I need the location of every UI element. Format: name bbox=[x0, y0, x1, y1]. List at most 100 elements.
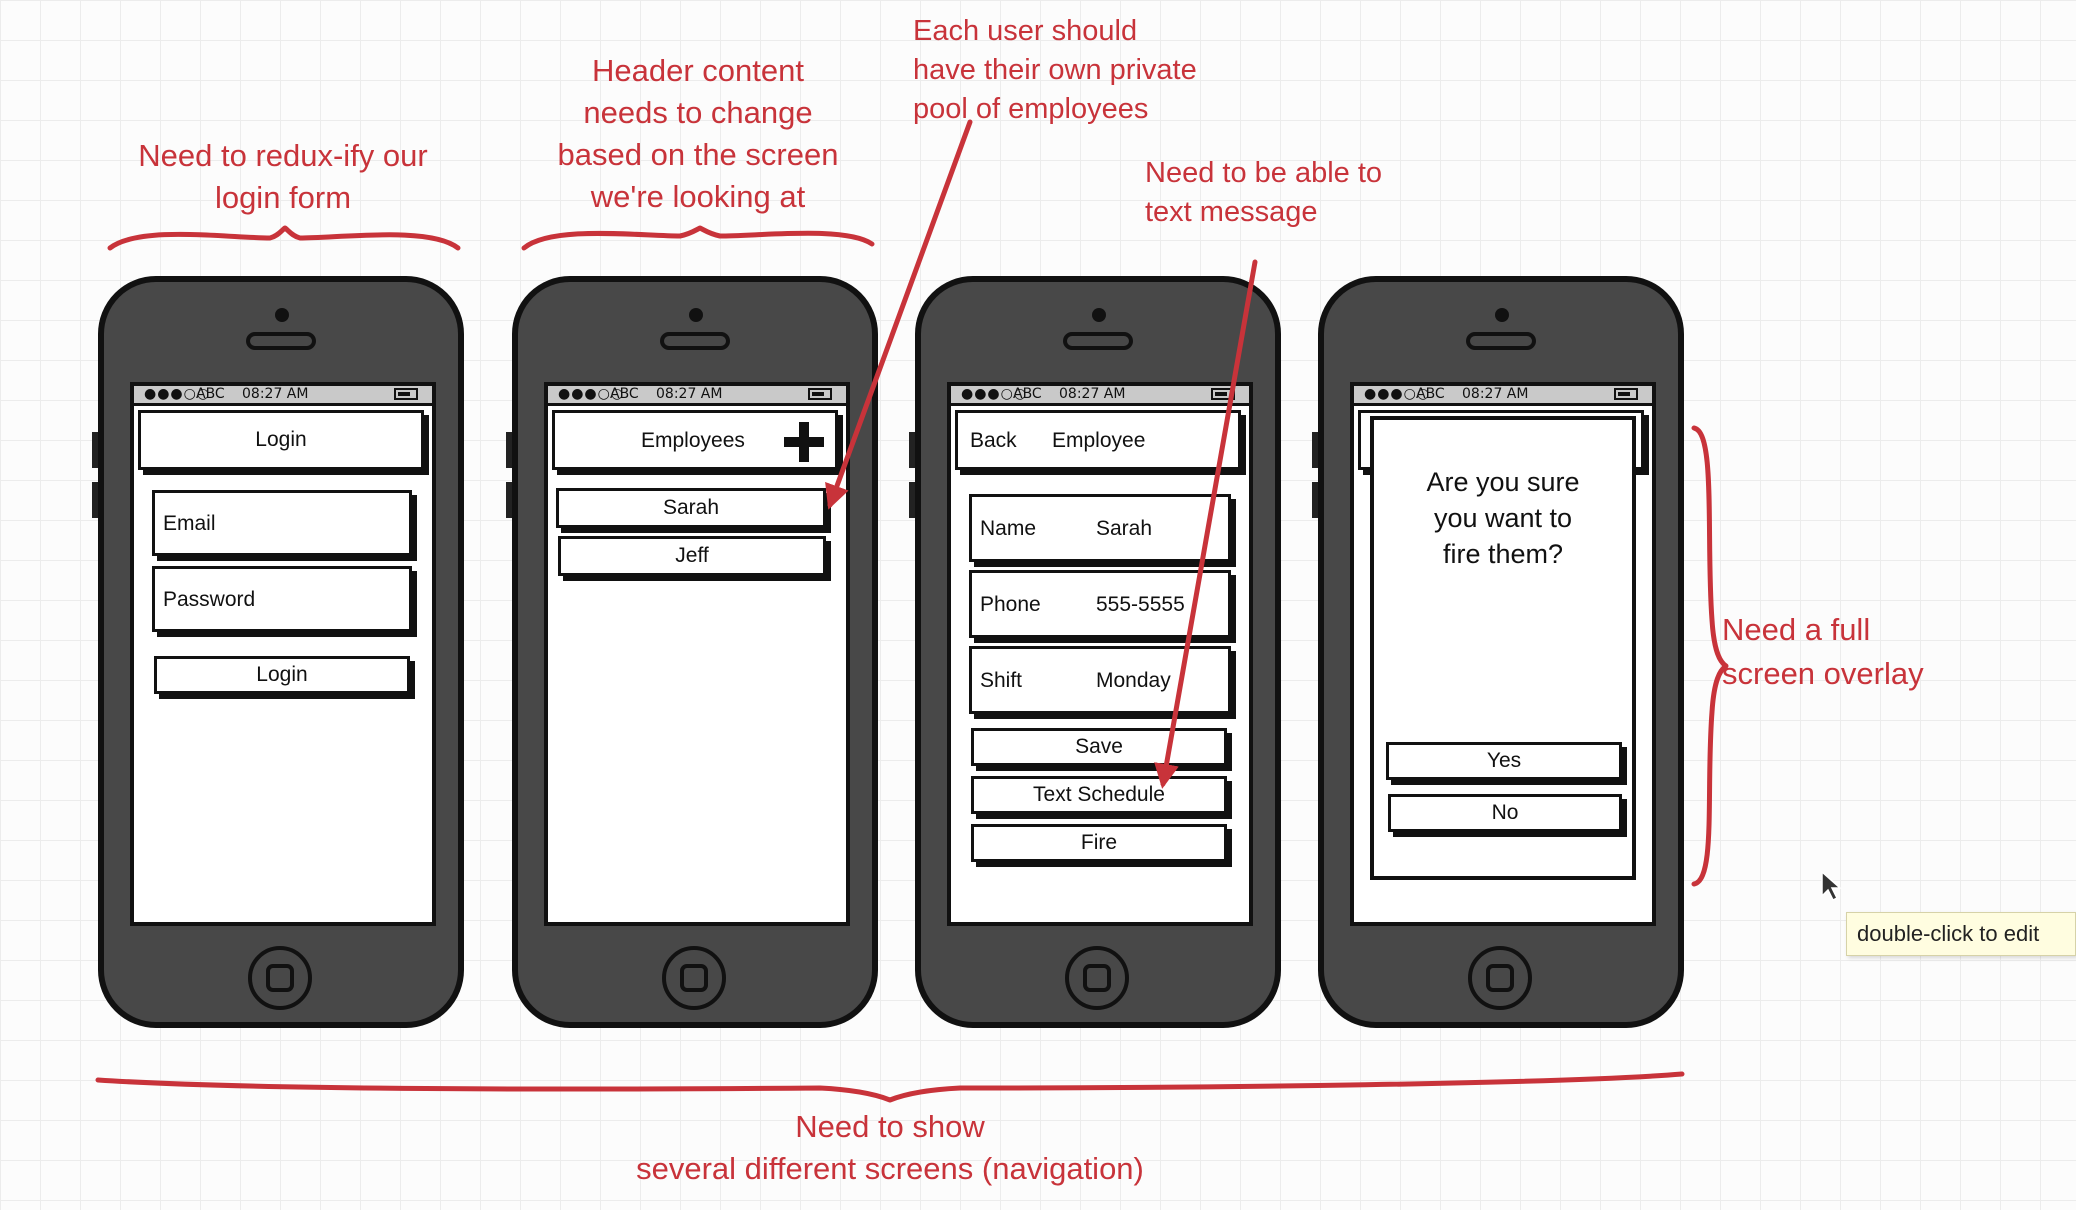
wireframe-canvas: Need to redux-ify our login form Header … bbox=[0, 0, 2076, 1210]
yes-button[interactable]: Yes bbox=[1386, 742, 1622, 780]
text-schedule-button[interactable]: Text Schedule bbox=[971, 776, 1227, 814]
home-button bbox=[662, 946, 726, 1010]
speaker-grille bbox=[1063, 332, 1133, 350]
side-button bbox=[506, 432, 512, 468]
annotation-text: screen overlay bbox=[1722, 656, 1924, 691]
annotation-header-content: Header content needs to change based on … bbox=[510, 50, 886, 218]
home-square bbox=[1486, 964, 1514, 992]
annotation-text: text message bbox=[1145, 196, 1318, 228]
status-bar: ●●●○○ ABC 08:27 AM bbox=[1354, 386, 1652, 406]
list-item[interactable]: Sarah bbox=[556, 488, 826, 528]
email-placeholder: Email bbox=[163, 512, 216, 535]
annotation-text: login form bbox=[214, 180, 352, 215]
header-bar: Back Employee bbox=[955, 410, 1241, 470]
list-item-label: Jeff bbox=[675, 544, 709, 567]
annotation-text: have their own private bbox=[913, 54, 1197, 86]
no-button-label: No bbox=[1491, 801, 1519, 824]
phone-confirm: ●●●○○ ABC 08:27 AM Are you sure you want… bbox=[1312, 276, 1684, 1028]
camera-dot bbox=[275, 308, 289, 322]
annotation-text: Need to redux-ify our bbox=[138, 138, 428, 173]
email-field[interactable]: Email bbox=[152, 490, 412, 556]
phone-login: ●●●○○ ABC 08:27 AM Login Email Password … bbox=[92, 276, 464, 1028]
clock-label: 08:27 AM bbox=[656, 386, 723, 402]
annotation-text-message: Need to be able to text message bbox=[1145, 154, 1382, 232]
annotation-text: based on the screen bbox=[557, 137, 839, 172]
screen-employee: ●●●○○ ABC 08:27 AM Back Employee Name Sa… bbox=[947, 382, 1253, 926]
save-button[interactable]: Save bbox=[971, 728, 1227, 766]
battery-icon bbox=[394, 388, 418, 400]
annotation-text: Need a full bbox=[1722, 612, 1871, 647]
annotation-text: Each user should bbox=[913, 15, 1138, 47]
password-field[interactable]: Password bbox=[152, 566, 412, 632]
field-label: Name bbox=[980, 517, 1037, 540]
page-title: Employees bbox=[641, 429, 745, 452]
speaker-grille bbox=[660, 332, 730, 350]
confirm-message: Are you sure you want to fire them? bbox=[1374, 464, 1632, 572]
yes-button-label: Yes bbox=[1486, 749, 1522, 772]
list-item[interactable]: Jeff bbox=[558, 536, 826, 576]
annotation-text: Header content bbox=[592, 53, 804, 88]
phone-employee-detail: ●●●○○ ABC 08:27 AM Back Employee Name Sa… bbox=[909, 276, 1281, 1028]
annotation-text: Need to be able to bbox=[1145, 157, 1383, 189]
tooltip-text: double-click to edit bbox=[1857, 921, 2040, 946]
field-value: Sarah bbox=[1096, 517, 1153, 540]
speaker-grille bbox=[1466, 332, 1536, 350]
annotation-navigation: Need to show several different screens (… bbox=[560, 1106, 1220, 1190]
plus-icon[interactable] bbox=[781, 419, 827, 465]
field-label: Phone bbox=[980, 593, 1041, 616]
fire-button-label: Fire bbox=[1080, 831, 1118, 854]
battery-icon bbox=[1614, 388, 1638, 400]
list-item-label: Sarah bbox=[662, 496, 720, 519]
confirm-text: fire them? bbox=[1442, 539, 1564, 569]
login-button[interactable]: Login bbox=[154, 656, 410, 694]
mouse-pointer-icon bbox=[1821, 870, 1842, 902]
home-square bbox=[1083, 964, 1111, 992]
field-value: 555-5555 bbox=[1096, 593, 1185, 616]
brace-login bbox=[107, 225, 461, 251]
password-placeholder: Password bbox=[163, 588, 256, 611]
annotation-text: we're looking at bbox=[590, 179, 806, 214]
clock-label: 08:27 AM bbox=[1059, 386, 1126, 402]
home-button bbox=[248, 946, 312, 1010]
home-square bbox=[266, 964, 294, 992]
annotation-text: several different screens (navigation) bbox=[636, 1151, 1144, 1186]
side-button bbox=[1312, 432, 1318, 468]
field-value: Monday bbox=[1096, 669, 1171, 692]
login-button-label: Login bbox=[256, 663, 308, 686]
camera-dot bbox=[1092, 308, 1106, 322]
status-bar: ●●●○○ ABC 08:27 AM bbox=[548, 386, 846, 406]
fire-button[interactable]: Fire bbox=[971, 824, 1227, 862]
page-title: Employee bbox=[1052, 429, 1146, 452]
carrier-label: ABC bbox=[196, 386, 225, 402]
name-field[interactable]: Name Sarah bbox=[969, 494, 1231, 562]
page-title: Login bbox=[255, 428, 307, 451]
phone-field[interactable]: Phone 555-5555 bbox=[969, 570, 1231, 638]
speaker-grille bbox=[246, 332, 316, 350]
carrier-label: ABC bbox=[1013, 386, 1042, 402]
header-bar: Employees bbox=[552, 410, 838, 470]
status-bar: ●●●○○ ABC 08:27 AM bbox=[951, 386, 1249, 406]
clock-label: 08:27 AM bbox=[1462, 386, 1529, 402]
home-button bbox=[1468, 946, 1532, 1010]
confirm-overlay: Are you sure you want to fire them? Yes … bbox=[1370, 416, 1636, 880]
save-button-label: Save bbox=[1075, 735, 1123, 758]
screen-confirm: ●●●○○ ABC 08:27 AM Are you sure you want… bbox=[1350, 382, 1656, 926]
home-button bbox=[1065, 946, 1129, 1010]
clock-label: 08:27 AM bbox=[242, 386, 309, 402]
text-schedule-label: Text Schedule bbox=[1033, 783, 1165, 806]
back-button[interactable]: Back bbox=[970, 429, 1017, 453]
annotation-text: Need to show bbox=[795, 1109, 985, 1144]
home-square bbox=[680, 964, 708, 992]
side-button bbox=[909, 482, 915, 518]
annotation-text: pool of employees bbox=[913, 93, 1149, 125]
side-button bbox=[1312, 482, 1318, 518]
brace-header bbox=[521, 225, 875, 251]
battery-icon bbox=[808, 388, 832, 400]
phone-employees: ●●●○○ ABC 08:27 AM Employees Sarah Jeff bbox=[506, 276, 878, 1028]
no-button[interactable]: No bbox=[1388, 794, 1622, 832]
annotation-private-pool: Each user should have their own private … bbox=[913, 12, 1197, 129]
screen-login: ●●●○○ ABC 08:27 AM Login Email Password … bbox=[130, 382, 436, 926]
shift-field[interactable]: Shift Monday bbox=[969, 646, 1231, 714]
annotation-full-overlay: Need a full screen overlay bbox=[1722, 608, 1924, 696]
side-button bbox=[909, 432, 915, 468]
